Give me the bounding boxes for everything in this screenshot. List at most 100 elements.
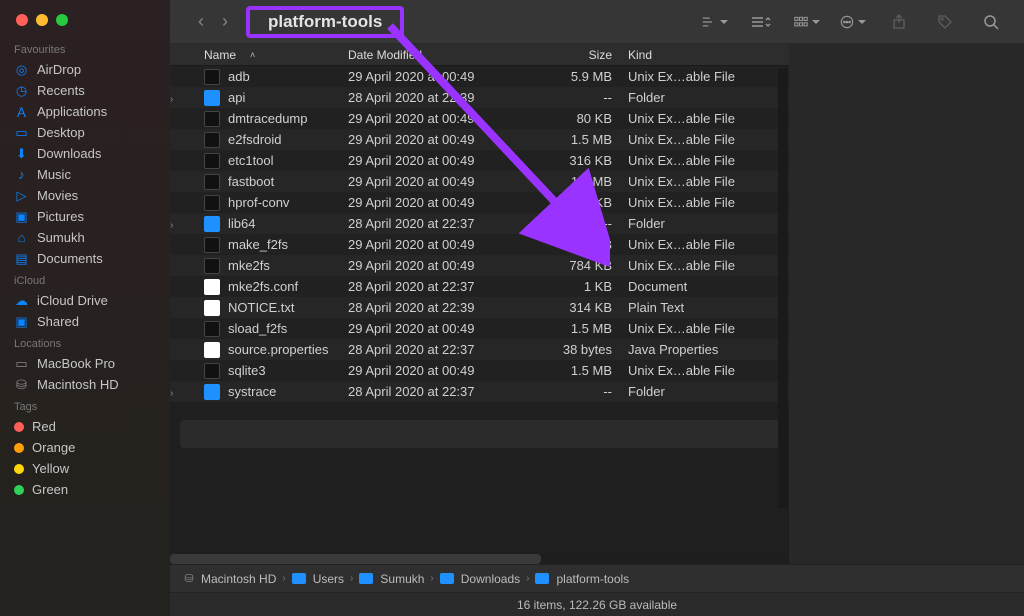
file-row[interactable]: e2fsdroid 29 April 2020 at 00:49 1.5 MB … [170, 129, 789, 150]
back-button[interactable]: ‹ [198, 11, 204, 32]
file-size: 784 KB [538, 258, 628, 273]
sidebar-item-label: AirDrop [37, 62, 81, 77]
file-row[interactable]: mke2fs 29 April 2020 at 00:49 784 KB Uni… [170, 255, 789, 276]
file-size: 38 bytes [538, 342, 628, 357]
file-name: e2fsdroid [228, 132, 281, 147]
group-by-button[interactable] [702, 11, 728, 33]
close-window-button[interactable] [16, 14, 28, 26]
clock-icon: ◷ [14, 83, 29, 98]
pictures-icon: ▣ [14, 209, 29, 224]
file-kind: Unix Ex…able File [628, 174, 768, 189]
file-row[interactable]: › systrace 28 April 2020 at 22:37 -- Fol… [170, 381, 789, 402]
sidebar-item-label: Red [32, 419, 56, 434]
file-kind: Unix Ex…able File [628, 258, 768, 273]
file-row[interactable]: › lib64 28 April 2020 at 22:37 -- Folder [170, 213, 789, 234]
path-crumb[interactable]: Sumukh [359, 572, 424, 586]
sidebar-item-label: Music [37, 167, 71, 182]
view-options-button[interactable] [748, 11, 774, 33]
disclosure-triangle-icon[interactable]: › [170, 220, 173, 231]
sidebar-item-label: Desktop [37, 125, 85, 140]
sidebar-tag-red[interactable]: Red [0, 416, 170, 437]
exec-icon [204, 174, 220, 190]
forward-button[interactable]: › [222, 11, 228, 32]
sidebar-tag-green[interactable]: Green [0, 479, 170, 500]
file-name: sqlite3 [228, 363, 266, 378]
file-kind: Folder [628, 216, 768, 231]
file-row[interactable]: source.properties 28 April 2020 at 22:37… [170, 339, 789, 360]
file-size: 314 KB [538, 300, 628, 315]
file-row[interactable]: › api 28 April 2020 at 22:39 -- Folder [170, 87, 789, 108]
movies-icon: ▷ [14, 188, 29, 203]
exec-icon [204, 237, 220, 253]
exec-icon [204, 69, 220, 85]
file-row[interactable]: hprof-conv 29 April 2020 at 00:49 36 KB … [170, 192, 789, 213]
file-size: 1.5 MB [538, 132, 628, 147]
zoom-window-button[interactable] [56, 14, 68, 26]
arrange-button[interactable] [794, 11, 820, 33]
sidebar-item-airdrop[interactable]: ◎ AirDrop [0, 59, 170, 80]
sidebar-tag-yellow[interactable]: Yellow [0, 458, 170, 479]
exec-icon [204, 363, 220, 379]
file-name: source.properties [228, 342, 328, 357]
file-date: 29 April 2020 at 00:49 [348, 363, 538, 378]
sidebar-item-downloads[interactable]: ⬇ Downloads [0, 143, 170, 164]
column-header-name[interactable]: Name˄ [198, 48, 348, 62]
file-size: -- [538, 90, 628, 105]
column-header-date[interactable]: Date Modified [348, 48, 538, 62]
file-kind: Java Properties [628, 342, 768, 357]
tag-button[interactable] [932, 11, 958, 33]
sidebar-item-apps[interactable]: Ａ Applications [0, 101, 170, 122]
action-button[interactable] [840, 11, 866, 33]
path-crumb[interactable]: platform-tools [535, 572, 629, 586]
music-icon: ♪ [14, 167, 29, 182]
file-name: adb [228, 69, 250, 84]
column-header-size[interactable]: Size [538, 48, 628, 62]
documents-icon: ▤ [14, 251, 29, 266]
sidebar-item-pictures[interactable]: ▣ Pictures [0, 206, 170, 227]
file-kind: Unix Ex…able File [628, 237, 768, 252]
sidebar-item-home[interactable]: ⌂ Sumukh [0, 227, 170, 248]
vertical-scrollbar[interactable] [778, 68, 788, 508]
minimize-window-button[interactable] [36, 14, 48, 26]
file-date: 29 April 2020 at 00:49 [348, 174, 538, 189]
shared-icon: ▣ [14, 314, 29, 329]
horizontal-scrollbar[interactable] [170, 554, 789, 564]
share-button[interactable] [886, 11, 912, 33]
disclosure-triangle-icon[interactable]: › [170, 94, 173, 105]
file-row[interactable]: make_f2fs 29 April 2020 at 00:49 257 KB … [170, 234, 789, 255]
file-date: 29 April 2020 at 00:49 [348, 69, 538, 84]
file-row[interactable]: dmtracedump 29 April 2020 at 00:49 80 KB… [170, 108, 789, 129]
sidebar-item-hdd[interactable]: ⛁ Macintosh HD [0, 374, 170, 395]
file-row[interactable]: sqlite3 29 April 2020 at 00:49 1.5 MB Un… [170, 360, 789, 381]
sidebar-item-label: Documents [37, 251, 103, 266]
file-row[interactable]: mke2fs.conf 28 April 2020 at 22:37 1 KB … [170, 276, 789, 297]
file-kind: Unix Ex…able File [628, 153, 768, 168]
sidebar-item-music[interactable]: ♪ Music [0, 164, 170, 185]
path-crumb[interactable]: Downloads [440, 572, 520, 586]
folder-icon [204, 216, 220, 232]
search-button[interactable] [978, 11, 1004, 33]
file-row[interactable]: fastboot 29 April 2020 at 00:49 1.7 MB U… [170, 171, 789, 192]
file-row[interactable]: NOTICE.txt 28 April 2020 at 22:39 314 KB… [170, 297, 789, 318]
downloads-icon: ⬇ [14, 146, 29, 161]
file-size: 316 KB [538, 153, 628, 168]
disclosure-triangle-icon[interactable]: › [170, 388, 173, 399]
column-header-row: Name˄ Date Modified Size Kind [170, 44, 789, 66]
file-date: 29 April 2020 at 00:49 [348, 321, 538, 336]
path-crumb[interactable]: ⛁Macintosh HD [182, 571, 276, 586]
sidebar-item-desktop[interactable]: ▭ Desktop [0, 122, 170, 143]
sidebar-item-laptop[interactable]: ▭ MacBook Pro [0, 353, 170, 374]
sidebar-tag-orange[interactable]: Orange [0, 437, 170, 458]
sidebar-item-icloud[interactable]: ☁ iCloud Drive [0, 290, 170, 311]
sidebar-item-movies[interactable]: ▷ Movies [0, 185, 170, 206]
file-kind: Unix Ex…able File [628, 69, 768, 84]
file-row[interactable]: etc1tool 29 April 2020 at 00:49 316 KB U… [170, 150, 789, 171]
column-header-kind[interactable]: Kind [628, 48, 768, 62]
sidebar-item-documents[interactable]: ▤ Documents [0, 248, 170, 269]
path-crumb[interactable]: Users [292, 572, 344, 586]
sidebar-item-shared[interactable]: ▣ Shared [0, 311, 170, 332]
status-bar: 16 items, 122.26 GB available [170, 592, 1024, 616]
file-row[interactable]: adb 29 April 2020 at 00:49 5.9 MB Unix E… [170, 66, 789, 87]
file-row[interactable]: sload_f2fs 29 April 2020 at 00:49 1.5 MB… [170, 318, 789, 339]
sidebar-item-clock[interactable]: ◷ Recents [0, 80, 170, 101]
